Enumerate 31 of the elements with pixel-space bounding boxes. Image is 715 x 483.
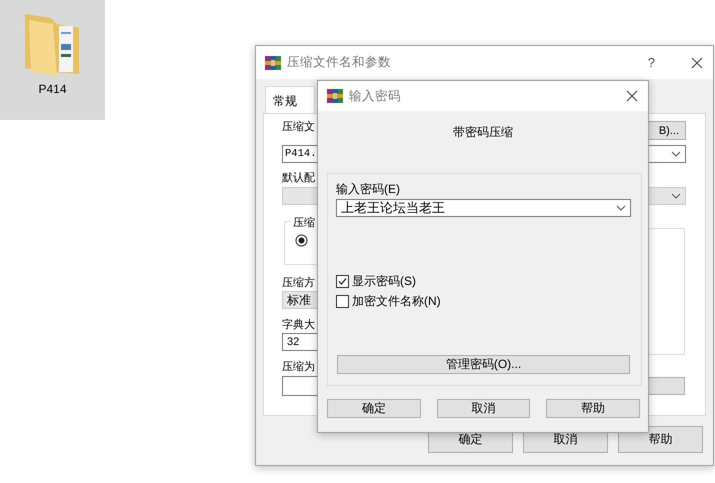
dialog-button[interactable]: 取消 xyxy=(436,399,530,418)
checkbox-option[interactable]: 加密文件名称(N) xyxy=(336,294,631,308)
window-title: 压缩文件名和参数 xyxy=(287,54,392,71)
help-button[interactable]: ? xyxy=(648,55,655,70)
archive-app-icon xyxy=(265,54,281,70)
dialog-heading: 带密码压缩 xyxy=(452,124,514,141)
window-title: 输入密码 xyxy=(349,88,402,104)
archive-app-icon xyxy=(327,88,343,104)
radio-button[interactable] xyxy=(295,234,308,247)
field-label: 压缩文 xyxy=(282,121,315,134)
close-icon[interactable] xyxy=(626,90,638,102)
close-icon[interactable] xyxy=(691,56,703,68)
desktop-icon[interactable]: P414 xyxy=(0,0,105,120)
chevron-icon xyxy=(616,205,626,211)
tab[interactable]: 常规 xyxy=(265,86,315,113)
dialog-button[interactable]: 帮助 xyxy=(546,399,640,418)
checkbox-option[interactable]: 显示密码(S) xyxy=(336,274,631,288)
checkbox[interactable] xyxy=(336,294,349,308)
password-combo[interactable]: 上老王论坛当老王 xyxy=(336,199,631,217)
dialog-button[interactable]: 帮助 xyxy=(618,426,703,453)
field-label: 输入密码(E) xyxy=(336,182,400,196)
field-label: 字典大 xyxy=(282,319,315,332)
checkbox[interactable] xyxy=(336,274,349,288)
dialog-button[interactable]: 确定 xyxy=(327,399,421,418)
field-label: 压缩为 xyxy=(282,361,315,374)
chevron-icon xyxy=(671,151,681,157)
chevron-icon xyxy=(671,193,681,199)
group-label: 压缩 xyxy=(291,215,317,230)
manage-passwords-button[interactable]: 管理密码(O)... xyxy=(337,355,630,374)
field-label: 压缩方 xyxy=(282,277,315,290)
field-label: 默认配 xyxy=(282,172,315,185)
